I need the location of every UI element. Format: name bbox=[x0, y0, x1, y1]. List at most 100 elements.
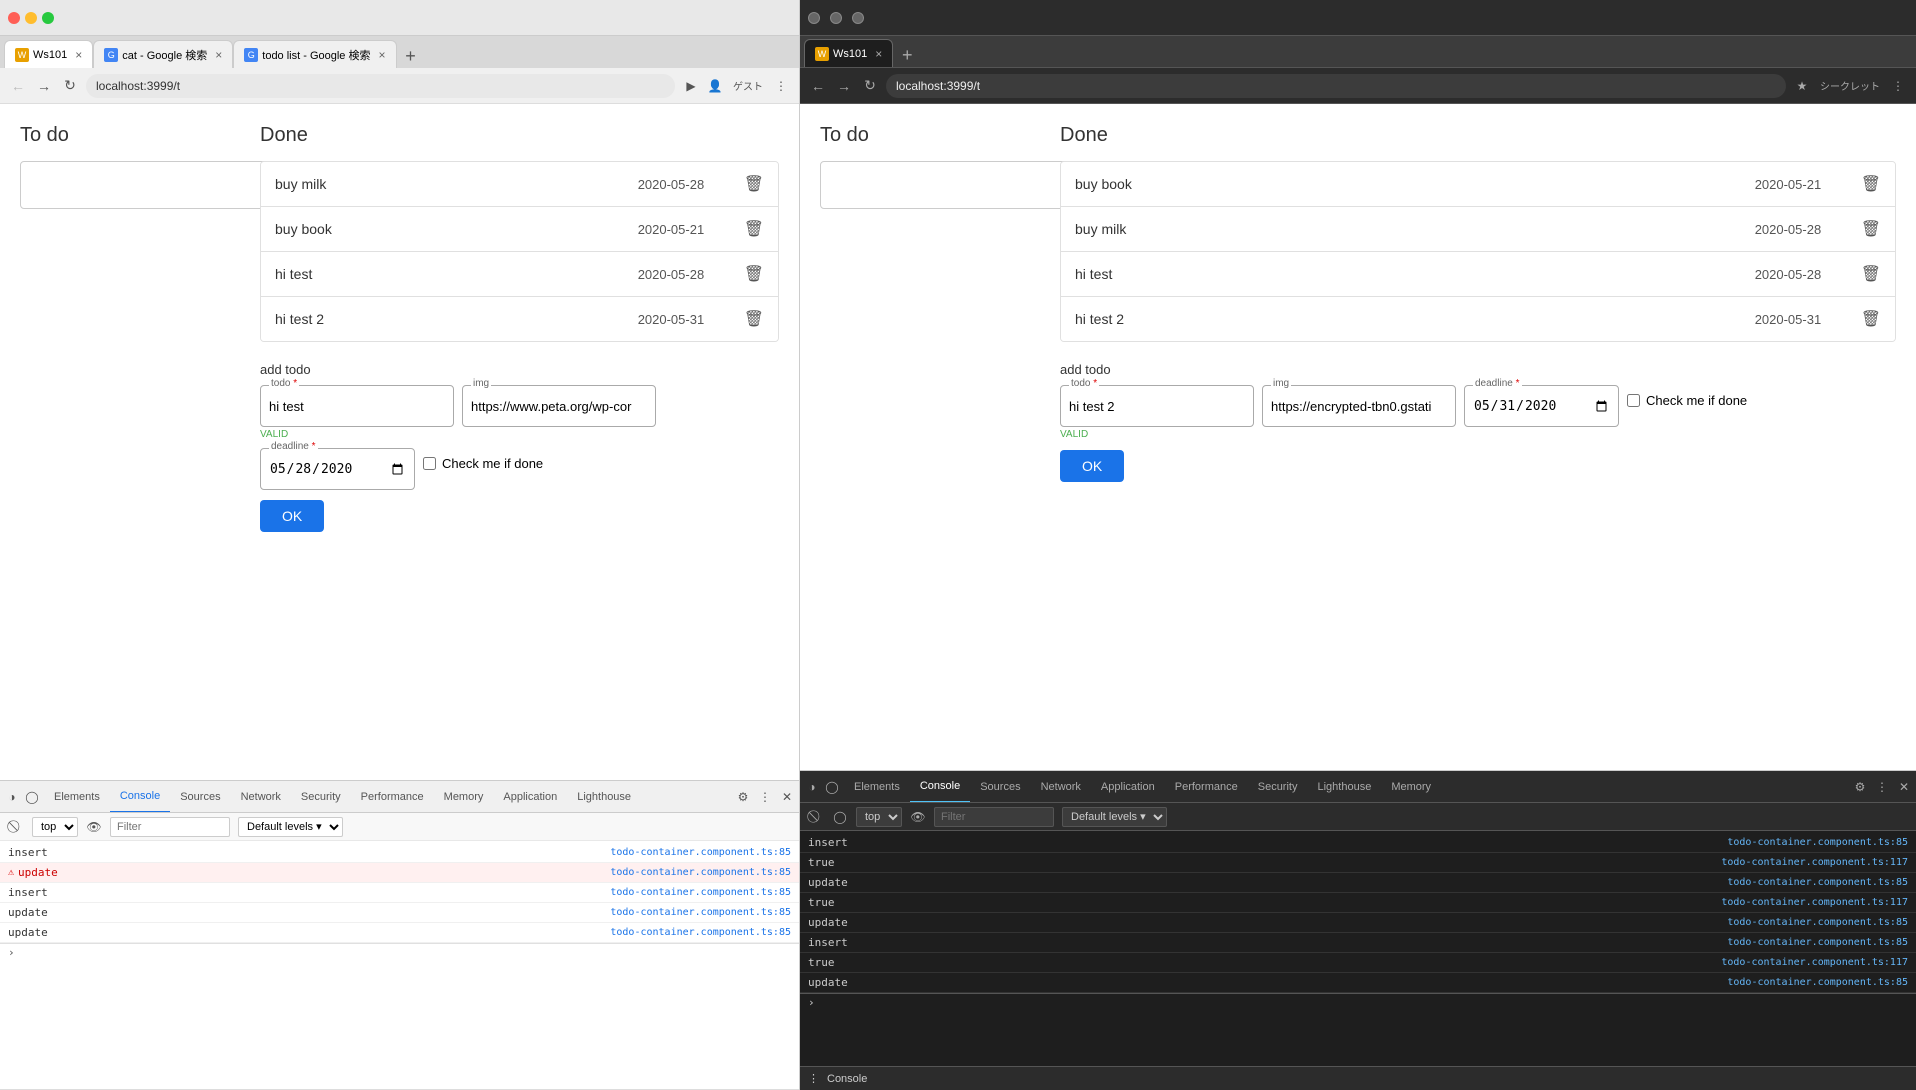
favicon-cat: G bbox=[104, 48, 118, 62]
done-item-delete-2-right[interactable]: 🗑 bbox=[1861, 264, 1881, 284]
add-todo-section-left: add todo todo * VALID img bbox=[260, 362, 779, 532]
devtools-tab-network-right[interactable]: Network bbox=[1031, 771, 1091, 803]
context-select-right[interactable]: top bbox=[856, 807, 902, 827]
devtools-tab-security[interactable]: Security bbox=[291, 781, 351, 813]
done-item-delete-3-left[interactable]: 🗑 bbox=[744, 309, 764, 329]
devtools-close-icon-right[interactable]: ✕ bbox=[1896, 779, 1912, 795]
devtools-tab-memory[interactable]: Memory bbox=[434, 781, 494, 813]
todo-input-field-right[interactable] bbox=[1069, 399, 1245, 414]
devtools-bottom-icon[interactable]: ⋮ bbox=[808, 1072, 819, 1085]
done-items-left: buy milk 2020-05-28 🗑 buy book 2020-05-2… bbox=[260, 161, 779, 342]
profile-icon[interactable]: 👤 bbox=[705, 76, 725, 96]
cast-icon[interactable]: ▶ bbox=[681, 76, 701, 96]
done-item-delete-0-right[interactable]: 🗑 bbox=[1861, 174, 1881, 194]
refresh-button-left[interactable]: ↻ bbox=[60, 76, 80, 96]
done-checkbox-right[interactable] bbox=[1627, 394, 1640, 407]
devtools-more-icon-right[interactable]: ⋮ bbox=[1874, 779, 1890, 795]
devtools-tab-security-right[interactable]: Security bbox=[1248, 771, 1308, 803]
done-checkbox-left[interactable] bbox=[423, 457, 436, 470]
devtools-tab-performance-right[interactable]: Performance bbox=[1165, 771, 1248, 803]
devtools-inspect-icon-right[interactable]: ◑ bbox=[804, 779, 820, 795]
deadline-input-field-left[interactable] bbox=[269, 461, 406, 478]
devtools-close-icon[interactable]: ✕ bbox=[779, 789, 795, 805]
devtools-clear-icon-right[interactable]: ◯ bbox=[832, 809, 848, 825]
img-input-field-left[interactable] bbox=[471, 399, 647, 414]
devtools-settings-icon-right[interactable]: ⚙ bbox=[1852, 779, 1868, 795]
devtools-tab-elements[interactable]: Elements bbox=[44, 781, 110, 813]
close-button-left[interactable] bbox=[8, 12, 20, 24]
devtools-tab-performance[interactable]: Performance bbox=[351, 781, 434, 813]
valid-text-left: VALID bbox=[260, 429, 454, 440]
devtools-tab-memory-right[interactable]: Memory bbox=[1381, 771, 1441, 803]
devtools-tab-lighthouse-right[interactable]: Lighthouse bbox=[1307, 771, 1381, 803]
context-select-left[interactable]: top bbox=[32, 817, 78, 837]
filter-input-left[interactable] bbox=[110, 817, 230, 837]
back-button-left[interactable]: ← bbox=[8, 76, 28, 96]
console-row-6-right: true todo-container.component.ts:117 bbox=[800, 953, 1916, 973]
new-tab-button-left[interactable]: + bbox=[399, 44, 423, 68]
levels-select-right[interactable]: Default levels ▾ bbox=[1062, 807, 1167, 827]
devtools-tab-elements-right[interactable]: Elements bbox=[844, 771, 910, 803]
devtools-device-icon-right[interactable]: ◯ bbox=[824, 779, 840, 795]
devtools-eye-icon[interactable]: 👁 bbox=[86, 819, 102, 835]
console-row-5-right: insert todo-container.component.ts:85 bbox=[800, 933, 1916, 953]
devtools-ban-icon[interactable]: ⃠ bbox=[8, 819, 24, 835]
tab-close-cat[interactable]: × bbox=[215, 48, 222, 62]
todo-input-field-left[interactable] bbox=[269, 399, 445, 414]
devtools-tab-lighthouse[interactable]: Lighthouse bbox=[567, 781, 641, 813]
forward-button-left[interactable]: → bbox=[34, 76, 54, 96]
tab-close-ws101[interactable]: × bbox=[75, 48, 82, 62]
back-button-right[interactable]: ← bbox=[808, 76, 828, 96]
ok-button-right[interactable]: OK bbox=[1060, 450, 1124, 482]
levels-select-left[interactable]: Default levels ▾ bbox=[238, 817, 343, 837]
devtools-tab-console-right[interactable]: Console bbox=[910, 771, 970, 803]
tab-close-todo[interactable]: × bbox=[378, 48, 385, 62]
menu-icon-right[interactable]: ⋮ bbox=[1888, 76, 1908, 96]
tab-cat[interactable]: G cat - Google 検索 × bbox=[93, 40, 233, 68]
forward-button-right[interactable]: → bbox=[834, 76, 854, 96]
done-item-date-1-left: 2020-05-21 bbox=[638, 222, 728, 237]
menu-icon-left[interactable]: ⋮ bbox=[771, 76, 791, 96]
tab-todo[interactable]: G todo list - Google 検索 × bbox=[233, 40, 396, 68]
maximize-button-right[interactable] bbox=[852, 12, 864, 24]
done-item-delete-2-left[interactable]: 🗑 bbox=[744, 264, 764, 284]
address-input-left[interactable] bbox=[86, 74, 675, 98]
close-button-right[interactable] bbox=[808, 12, 820, 24]
new-tab-button-right[interactable]: + bbox=[895, 43, 919, 67]
filter-input-right[interactable] bbox=[934, 807, 1054, 827]
done-item-delete-0-left[interactable]: 🗑 bbox=[744, 174, 764, 194]
tab-close-ws101-right[interactable]: × bbox=[875, 47, 882, 61]
devtools-tab-network[interactable]: Network bbox=[231, 781, 291, 813]
address-input-right[interactable] bbox=[886, 74, 1786, 98]
add-todo-label-left: add todo bbox=[260, 362, 779, 377]
tab-ws101-right[interactable]: W Ws101 × bbox=[804, 39, 893, 67]
tab-title-todo: todo list - Google 検索 bbox=[262, 47, 370, 63]
ok-button-left[interactable]: OK bbox=[260, 500, 324, 532]
devtools-device-icon[interactable]: ◯ bbox=[24, 789, 40, 805]
devtools-settings-icon[interactable]: ⚙ bbox=[735, 789, 751, 805]
done-item-delete-3-right[interactable]: 🗑 bbox=[1861, 309, 1881, 329]
refresh-button-right[interactable]: ↻ bbox=[860, 76, 880, 96]
done-item-delete-1-left[interactable]: 🗑 bbox=[744, 219, 764, 239]
devtools-tab-application-right[interactable]: Application bbox=[1091, 771, 1165, 803]
maximize-button-left[interactable] bbox=[42, 12, 54, 24]
done-item-delete-1-right[interactable]: 🗑 bbox=[1861, 219, 1881, 239]
devtools-eye-icon-right[interactable]: 👁 bbox=[910, 809, 926, 825]
devtools-tab-sources-right[interactable]: Sources bbox=[970, 771, 1030, 803]
done-panel-right: Done buy book 2020-05-21 🗑 buy milk 2020… bbox=[1040, 104, 1916, 770]
devtools-left: ◑ ◯ Elements Console Sources Network Sec… bbox=[0, 780, 799, 1090]
devtools-tab-sources[interactable]: Sources bbox=[170, 781, 230, 813]
minimize-button-right[interactable] bbox=[830, 12, 842, 24]
devtools-ban-icon-right[interactable]: ⃠ bbox=[808, 809, 824, 825]
minimize-button-left[interactable] bbox=[25, 12, 37, 24]
favicon-todo: G bbox=[244, 48, 258, 62]
devtools-more-icon[interactable]: ⋮ bbox=[757, 789, 773, 805]
devtools-tab-console[interactable]: Console bbox=[110, 781, 170, 813]
img-input-field-right[interactable] bbox=[1271, 399, 1447, 414]
devtools-inspect-icon[interactable]: ◑ bbox=[4, 789, 20, 805]
deadline-input-field-right[interactable] bbox=[1473, 398, 1610, 415]
devtools-tab-application[interactable]: Application bbox=[493, 781, 567, 813]
star-icon-right[interactable]: ★ bbox=[1792, 76, 1812, 96]
tab-ws101[interactable]: W Ws101 × bbox=[4, 40, 93, 68]
console-row-4-left: update todo-container.component.ts:85 bbox=[0, 923, 799, 943]
